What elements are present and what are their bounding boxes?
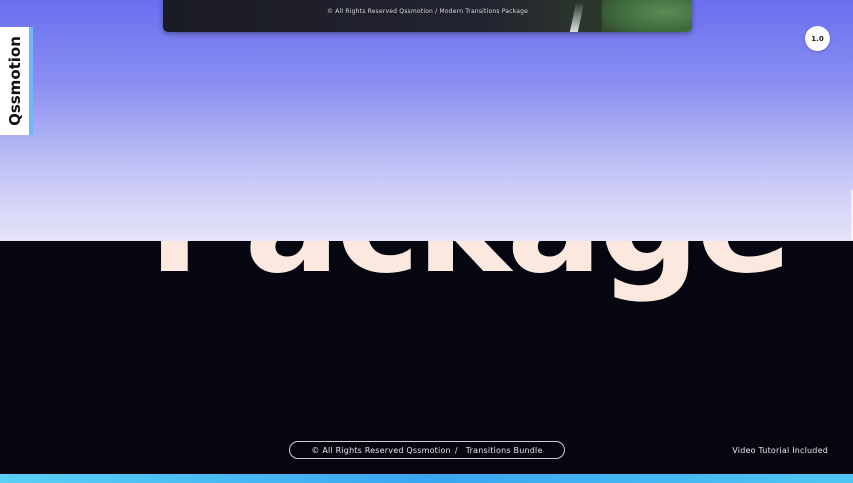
gradient-transition-panel [0,0,853,241]
top-frame-caption: © All Rights Reserved Qssmotion / Modern… [326,8,529,15]
footer-bundle: Transitions Bundle [465,445,543,455]
footer-separator: / [454,445,458,455]
footer-copyright: © All Rights Reserved Qssmotion [311,445,451,455]
video-preview-stage: Package © All Rights Reserved Qssmotion … [0,0,853,483]
brand-tab[interactable]: Qssmotion [0,27,33,135]
bottom-accent-bar [0,474,853,483]
speed-badge[interactable]: 1.0 [805,26,830,51]
tutorial-note: Video Tutorial Included [732,446,828,455]
footer-credit-pill: © All Rights Reserved Qssmotion / Transi… [289,441,565,459]
foliage-shape [602,0,692,32]
light-streak [569,2,585,32]
brand-label: Qssmotion [5,36,24,126]
top-video-frame: © All Rights Reserved Qssmotion / Modern… [163,0,692,32]
